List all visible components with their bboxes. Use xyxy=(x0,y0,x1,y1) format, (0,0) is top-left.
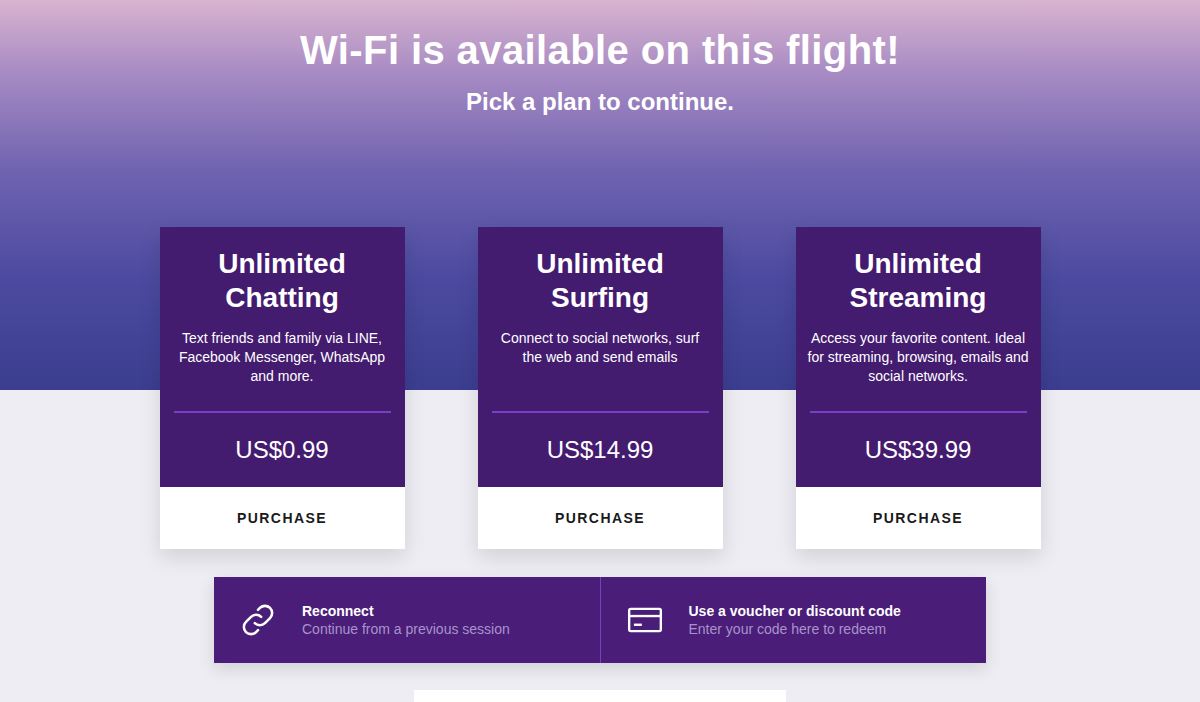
plan-card: Unlimited Surfing Connect to social netwo… xyxy=(478,227,723,549)
page-subtitle: Pick a plan to continue. xyxy=(466,88,734,116)
plan-divider xyxy=(810,411,1027,413)
purchase-button[interactable]: PURCHASE xyxy=(863,500,973,537)
option-link[interactable]: ReconnectContinue from a previous sessio… xyxy=(214,577,600,663)
option-title: Reconnect xyxy=(302,602,510,620)
purchase-button[interactable]: PURCHASE xyxy=(545,500,655,537)
plan-card: Unlimited Streaming Access your favorite … xyxy=(796,227,1041,549)
purchase-area: PURCHASE xyxy=(796,487,1041,549)
plan-price: US$39.99 xyxy=(865,413,972,487)
plan-description: Connect to social networks, surf the web… xyxy=(478,329,723,367)
option-title: Use a voucher or discount code xyxy=(689,602,901,620)
options-bar: ReconnectContinue from a previous sessio… xyxy=(214,577,986,663)
option-card[interactable]: Use a voucher or discount codeEnter your… xyxy=(600,577,987,663)
plan-list: Unlimited Chatting Text friends and famil… xyxy=(160,227,1041,549)
purchase-button[interactable]: PURCHASE xyxy=(227,500,337,537)
option-text: Use a voucher or discount codeEnter your… xyxy=(689,602,901,638)
plan-description: Access your favorite content. Ideal for … xyxy=(796,329,1041,386)
purchase-area: PURCHASE xyxy=(478,487,723,549)
link-icon xyxy=(239,601,277,639)
plan-name: Unlimited Surfing xyxy=(478,247,723,315)
plan-description: Text friends and family via LINE, Facebo… xyxy=(160,329,405,386)
plan-name: Unlimited Streaming xyxy=(796,247,1041,315)
purchase-area: PURCHASE xyxy=(160,487,405,549)
page-title: Wi-Fi is available on this flight! xyxy=(300,26,900,74)
plan-name: Unlimited Chatting xyxy=(160,247,405,315)
wifi-portal: Wi-Fi is available on this flight! Pick a… xyxy=(0,0,1200,702)
plan-price: US$14.99 xyxy=(547,413,654,487)
plan-divider xyxy=(174,411,391,413)
plan-body: Unlimited Streaming Access your favorite … xyxy=(796,227,1041,487)
plan-body: Unlimited Chatting Text friends and famil… xyxy=(160,227,405,487)
plan-card: Unlimited Chatting Text friends and famil… xyxy=(160,227,405,549)
option-subtitle: Enter your code here to redeem xyxy=(689,620,901,638)
bottom-panel xyxy=(414,690,786,702)
credit-card-icon xyxy=(626,601,664,639)
plan-body: Unlimited Surfing Connect to social netwo… xyxy=(478,227,723,487)
option-subtitle: Continue from a previous session xyxy=(302,620,510,638)
plan-divider xyxy=(492,411,709,413)
plan-price: US$0.99 xyxy=(235,413,328,487)
option-text: ReconnectContinue from a previous sessio… xyxy=(302,602,510,638)
